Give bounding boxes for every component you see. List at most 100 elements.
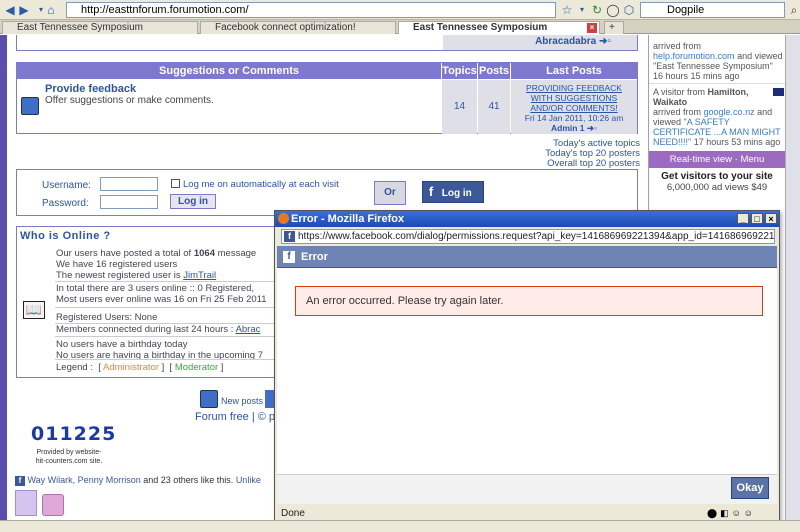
popup-status-bar: Done [277, 507, 777, 521]
visitor-entry-2: A visitor from Hamilton, Waikato arrived… [653, 87, 783, 147]
facebook-f-icon: f [428, 184, 434, 199]
username-label: Username: [42, 180, 91, 191]
tab-label: East Tennessee Symposium [17, 22, 143, 33]
home-icon[interactable]: ⌂ [44, 3, 58, 17]
overall-top-posters-link[interactable]: Overall top 20 posters [500, 159, 640, 169]
username-input[interactable] [100, 177, 158, 191]
facebook-logo-icon: f [283, 251, 295, 263]
or-separator: Or [374, 181, 406, 205]
back-arrow-icon[interactable]: ◀ [3, 3, 17, 17]
search-field[interactable]: Dogpile [640, 2, 785, 18]
col-last-posts-header: Last Posts [511, 63, 637, 79]
prev-last-post[interactable]: Abracadabra ➜▫ [509, 35, 637, 50]
posts-total-number: 1064 [193, 248, 215, 259]
recent-visitors-sidebar: arrived from help.forumotion.com and vie… [648, 35, 785, 225]
visitor2-site[interactable]: google.co.nz [704, 107, 755, 117]
page-scrollbar[interactable] [785, 35, 800, 520]
registered-online-text: Registered Users: None [56, 312, 158, 323]
divider [55, 281, 279, 282]
posts-count: 41 [478, 80, 510, 134]
password-input[interactable] [100, 195, 158, 209]
registered-users-text: We have 16 registered users [56, 259, 178, 270]
facebook-favicon: f [284, 231, 295, 242]
last-post-title-link[interactable]: PROVIDING FEEDBACK WITH SUGGESTIONS AND/… [511, 83, 637, 113]
tab-facebook-connect[interactable]: Facebook connect optimization! [200, 21, 396, 34]
prev-last-post-author[interactable]: Abracadabra [535, 36, 596, 47]
login-button[interactable]: Log in [170, 194, 216, 209]
dialog-body: An error occurred. Please try again late… [277, 268, 777, 474]
forward-arrow-icon[interactable]: ▶ [17, 3, 31, 17]
maximize-button[interactable]: □ [751, 213, 763, 224]
forum-free-footer: Forum free | © p [195, 411, 275, 423]
stats-links: Today's active topics Today's top 20 pos… [500, 139, 640, 169]
profile-thumbnail-2[interactable] [42, 494, 64, 516]
status-addon-icons[interactable]: ⬤◧☺☺ [707, 508, 777, 520]
auto-login-checkbox[interactable] [171, 179, 180, 188]
close-window-button[interactable]: × [765, 213, 777, 224]
tab-east-tennessee-1[interactable]: East Tennessee Symposium [2, 21, 198, 34]
facebook-login-button[interactable]: f Log in [422, 181, 484, 203]
newest-user-text: The newest registered user is [56, 270, 181, 281]
divider [55, 336, 279, 337]
hit-counter[interactable]: 011225 [31, 423, 116, 445]
ad-title: Get visitors to your site [661, 171, 773, 182]
legend-label: Legend : [56, 362, 93, 373]
stop-icon[interactable]: ◯ [606, 3, 620, 17]
posts-total-suffix: message [217, 248, 257, 259]
last-post-author[interactable]: Admin 1 [551, 123, 585, 133]
forum-title-link[interactable]: Provide feedback [45, 83, 136, 95]
profile-thumbnail-1[interactable] [15, 490, 37, 516]
legend-row: Legend : [ Administrator ] [ Moderator ] [56, 362, 224, 373]
connected-user-link[interactable]: Abrac [236, 324, 261, 335]
open-book-icon: 📖 [23, 301, 45, 319]
suggestions-category: Suggestions or Comments Topics Posts Las… [16, 62, 638, 134]
who-online-panel: Who is Online ? 📖 Our users have posted … [16, 226, 279, 378]
ad-box[interactable]: Get visitors to your site 6,000,000 ad v… [649, 171, 785, 193]
forum-free-link[interactable]: Forum free [195, 411, 249, 423]
visitor2-arrived: arrived from [653, 107, 702, 117]
visitor1-arrived: arrived from [653, 41, 702, 51]
popup-address-bar[interactable]: f https://www.facebook.com/dialog/permis… [281, 229, 775, 244]
visitor2-from: A visitor from [653, 87, 706, 97]
realtime-view-bar[interactable]: Real-time view · Menu [649, 151, 785, 168]
new-posts-legend: New posts [221, 396, 264, 406]
error-popup-window: Error - Mozilla Firefox _ □ × f https://… [274, 210, 780, 522]
most-online-text: Most users ever online was 16 on Fri 25 … [56, 294, 267, 305]
visitor1-site[interactable]: help.forumotion.com [653, 51, 735, 61]
url-dropdown-icon[interactable]: ▾ [575, 3, 589, 17]
popup-url-text: https://www.facebook.com/dialog/permissi… [298, 231, 775, 242]
online-block: In total there are 3 users online :: 0 R… [56, 283, 267, 305]
birthday-block: No users have a birthday today No users … [56, 339, 263, 361]
addon-icon[interactable]: ⬡ [622, 3, 636, 17]
divider [55, 359, 279, 360]
address-bar[interactable]: http://easttnforum.forumotion.com/ [66, 2, 556, 18]
popup-titlebar[interactable]: Error - Mozilla Firefox _ □ × [275, 211, 779, 227]
stats-block: Our users have posted a total of 1064 me… [56, 248, 256, 281]
prev-row-counts [443, 35, 509, 50]
connected-24h-text: Members connected during last 24 hours : [56, 324, 234, 335]
login-panel: Username: Password: Log me on automatica… [16, 169, 638, 216]
category-header[interactable]: Suggestions or Comments [17, 63, 441, 79]
auto-login-label: Log me on automatically at each visit [183, 179, 339, 190]
reload-icon[interactable]: ↻ [590, 3, 604, 17]
hit-counter-caption: Provided by website- hit-counters.com si… [33, 448, 105, 466]
nz-flag-icon [773, 88, 784, 96]
minimize-button[interactable]: _ [737, 213, 749, 224]
facebook-login-label: Log in [441, 188, 472, 199]
unlike-link[interactable]: Unlike [236, 475, 261, 485]
page-left-border [0, 35, 7, 520]
facebook-like-box: f Way Wilark, Penny Morrison and 23 othe… [15, 475, 261, 486]
tab-east-tennessee-2[interactable]: East Tennessee Symposium × [398, 21, 600, 34]
who-online-title: Who is Online ? [20, 230, 111, 242]
bookmark-star-icon[interactable]: ☆ [560, 3, 574, 17]
tab-close-icon[interactable]: × [587, 23, 597, 33]
like-names-link[interactable]: Way Wilark, Penny Morrison [28, 475, 141, 485]
connected-24h: Members connected during last 24 hours :… [56, 324, 260, 335]
error-message-box: An error occurred. Please try again late… [295, 286, 763, 316]
newest-user-link[interactable]: JimTrail [183, 270, 216, 281]
counter-caption-line1: Provided by website- [36, 449, 102, 456]
search-magnifier-icon[interactable]: ⌕ [787, 3, 800, 17]
new-tab-button[interactable]: + [604, 21, 624, 34]
legend-moderator: Moderator [174, 362, 219, 373]
okay-button[interactable]: Okay [731, 477, 769, 499]
